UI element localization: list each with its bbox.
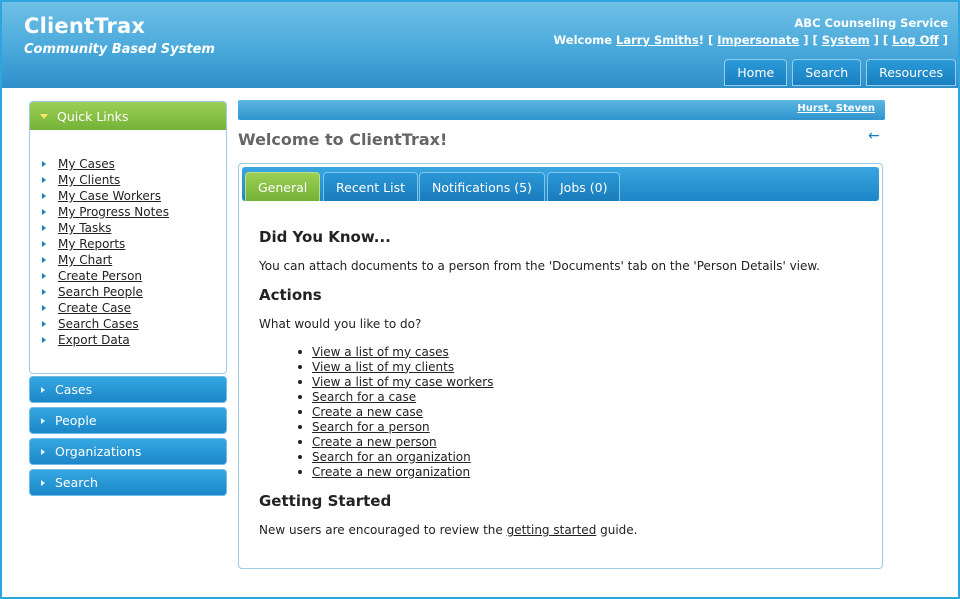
user-sep-1: ! [	[698, 33, 718, 47]
quick-links-list: My Cases My Clients My Case Workers My P…	[30, 130, 226, 348]
bullet-dot-icon	[298, 454, 302, 459]
bullet-dot-icon	[298, 409, 302, 414]
app-title: ClientTrax	[24, 14, 146, 38]
bullet-arrow-icon	[42, 289, 46, 295]
app-window: ClientTrax Community Based System ABC Co…	[0, 0, 960, 599]
quick-link-item[interactable]: Create Case	[42, 300, 226, 316]
quick-link-item[interactable]: My Reports	[42, 236, 226, 252]
bullet-arrow-icon	[42, 209, 46, 215]
content-panel: General Recent List Notifications (5) Jo…	[238, 163, 883, 569]
action-link-item[interactable]: View a list of my case workers	[298, 374, 859, 389]
general-tab-content: Did You Know... You can attach documents…	[259, 224, 859, 537]
quick-link-item[interactable]: My Progress Notes	[42, 204, 226, 220]
quick-link-item[interactable]: My Tasks	[42, 220, 226, 236]
quick-link-item[interactable]: Create Person	[42, 268, 226, 284]
app-subtitle: Community Based System	[24, 42, 215, 57]
action-link-item[interactable]: Create a new person	[298, 434, 859, 449]
quick-links-header[interactable]: Quick Links	[30, 102, 226, 130]
welcome-prefix: Welcome	[553, 33, 617, 47]
back-arrow-icon[interactable]: ←	[868, 128, 880, 144]
breadcrumb-bar: Hurst, Steven	[238, 100, 885, 120]
quick-link-item[interactable]: Search People	[42, 284, 226, 300]
system-link[interactable]: System	[822, 33, 870, 47]
user-line: Welcome Larry Smiths! [ Impersonate ] [ …	[554, 33, 948, 47]
expanded-triangle-icon	[40, 113, 48, 119]
quick-links-panel: Quick Links My Cases My Clients My Case …	[29, 101, 227, 374]
header: ClientTrax Community Based System ABC Co…	[2, 2, 958, 88]
bullet-arrow-icon	[42, 257, 46, 263]
breadcrumb-user-link[interactable]: Hurst, Steven	[797, 103, 875, 114]
bullet-arrow-icon	[42, 337, 46, 343]
bullet-dot-icon	[298, 394, 302, 399]
bullet-arrow-icon	[42, 273, 46, 279]
user-name-link[interactable]: Larry Smiths	[616, 33, 699, 47]
quick-link-item[interactable]: Search Cases	[42, 316, 226, 332]
actions-prompt: What would you like to do?	[259, 317, 422, 331]
bullet-dot-icon	[298, 364, 302, 369]
sidebar-category-organizations[interactable]: Organizations	[29, 438, 227, 465]
bullet-arrow-icon	[42, 241, 46, 247]
bullet-arrow-icon	[42, 305, 46, 311]
bullet-arrow-icon	[42, 321, 46, 327]
nav-resources-button[interactable]: Resources	[866, 59, 956, 86]
impersonate-link[interactable]: Impersonate	[717, 33, 799, 47]
bullet-arrow-icon	[42, 193, 46, 199]
org-name: ABC Counseling Service	[794, 16, 948, 30]
getting-started-text: New users are encouraged to review the g…	[259, 523, 638, 537]
action-link-item[interactable]: Search for a person	[298, 419, 859, 434]
collapsed-arrow-icon	[41, 448, 45, 455]
action-link-item[interactable]: Search for a case	[298, 389, 859, 404]
nav-search-button[interactable]: Search	[792, 59, 862, 86]
quick-link-item[interactable]: My Case Workers	[42, 188, 226, 204]
logoff-link[interactable]: Log Off	[892, 33, 939, 47]
getting-started-link[interactable]: getting started	[507, 523, 597, 537]
tab-strip: General Recent List Notifications (5) Jo…	[242, 167, 879, 201]
sidebar-category-people[interactable]: People	[29, 407, 227, 434]
quick-link-item[interactable]: Export Data	[42, 332, 226, 348]
collapsed-arrow-icon	[41, 479, 45, 486]
user-sep-2: ] [	[799, 33, 822, 47]
tab-recent-list[interactable]: Recent List	[323, 172, 419, 201]
quick-link-item[interactable]: My Cases	[42, 156, 226, 172]
user-sep-4: ]	[938, 33, 948, 47]
bullet-dot-icon	[298, 469, 302, 474]
quick-link-item[interactable]: My Chart	[42, 252, 226, 268]
did-you-know-heading: Did You Know...	[259, 228, 391, 246]
bullet-dot-icon	[298, 349, 302, 354]
action-link-item[interactable]: Create a new organization	[298, 464, 859, 479]
bullet-dot-icon	[298, 424, 302, 429]
bullet-arrow-icon	[42, 161, 46, 167]
collapsed-arrow-icon	[41, 386, 45, 393]
nav-home-button[interactable]: Home	[724, 59, 788, 86]
bullet-dot-icon	[298, 379, 302, 384]
sidebar: Quick Links My Cases My Clients My Case …	[29, 101, 227, 496]
sidebar-category-search[interactable]: Search	[29, 469, 227, 496]
actions-heading: Actions	[259, 286, 322, 304]
action-link-item[interactable]: View a list of my cases	[298, 344, 859, 359]
page-title: Welcome to ClientTrax!	[238, 130, 448, 149]
quick-link-item[interactable]: My Clients	[42, 172, 226, 188]
bullet-arrow-icon	[42, 225, 46, 231]
quick-links-title: Quick Links	[57, 108, 129, 124]
action-link-item[interactable]: Create a new case	[298, 404, 859, 419]
tab-jobs[interactable]: Jobs (0)	[547, 172, 621, 201]
top-nav: Home Search Resources	[724, 59, 956, 86]
tab-notifications[interactable]: Notifications (5)	[419, 172, 545, 201]
tab-general[interactable]: General	[245, 172, 321, 201]
did-you-know-text: You can attach documents to a person fro…	[259, 259, 820, 273]
action-link-item[interactable]: View a list of my clients	[298, 359, 859, 374]
action-link-item[interactable]: Search for an organization	[298, 449, 859, 464]
collapsed-arrow-icon	[41, 417, 45, 424]
user-sep-3: ] [	[869, 33, 893, 47]
bullet-dot-icon	[298, 439, 302, 444]
getting-started-heading: Getting Started	[259, 492, 392, 510]
bullet-arrow-icon	[42, 177, 46, 183]
sidebar-category-cases[interactable]: Cases	[29, 376, 227, 403]
action-links-list: View a list of my cases View a list of m…	[259, 344, 859, 479]
